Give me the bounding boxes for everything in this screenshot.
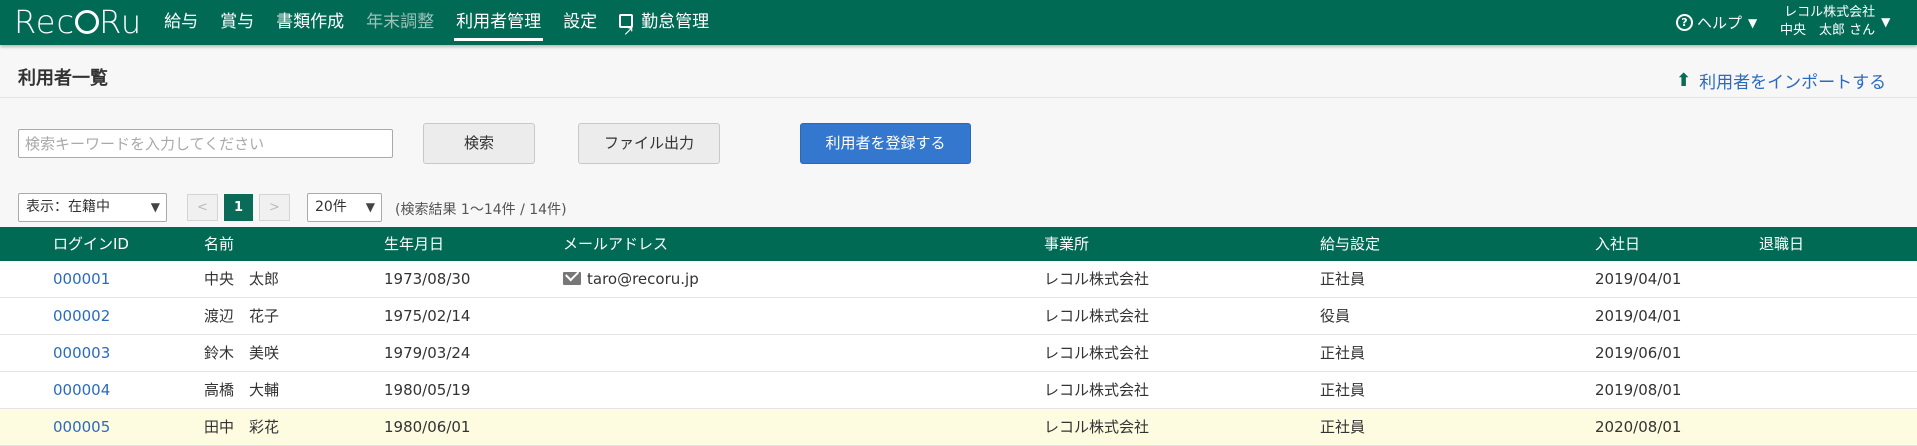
- salary-setting-cell: 役員: [1320, 307, 1351, 325]
- salary-setting-cell: 正社員: [1320, 344, 1366, 362]
- header-birthdate[interactable]: 生年月日: [384, 227, 444, 261]
- login-id-link[interactable]: 000003: [53, 335, 110, 372]
- mail-icon: [563, 272, 581, 285]
- help-label: ヘルプ: [1697, 14, 1743, 32]
- page-title: 利用者一覧: [18, 68, 108, 89]
- birthdate-cell: 1973/08/30: [384, 270, 471, 288]
- salary-setting-cell: 正社員: [1320, 270, 1366, 288]
- birthdate-cell: 1980/06/01: [384, 418, 471, 436]
- table-row: 000004 高橋 大輔 1980/05/19 レコル株式会社 正社員 2019…: [0, 372, 1917, 409]
- table-row: 000002 渡辺 花子 1975/02/14 レコル株式会社 役員 2019/…: [0, 298, 1917, 335]
- pagination: < 1 >: [187, 194, 296, 221]
- search-input[interactable]: [18, 129, 393, 158]
- nav-item-bonus[interactable]: 賞与: [220, 0, 254, 45]
- login-id-link[interactable]: 000001: [53, 261, 110, 298]
- salary-setting-cell: 正社員: [1320, 381, 1366, 399]
- upload-icon: ⬆: [1676, 70, 1692, 91]
- import-users-link[interactable]: ⬆ 利用者をインポートする: [1676, 68, 1886, 93]
- header-login-id[interactable]: ログインID: [53, 227, 129, 261]
- nav-item-attendance[interactable]: 勤怠管理: [619, 0, 710, 54]
- caret-down-icon: ▼: [1748, 15, 1758, 30]
- help-menu[interactable]: ? ヘルプ ▼: [1676, 12, 1757, 33]
- external-link-icon: [619, 9, 634, 54]
- user-name-cell: 中央 太郎: [204, 270, 280, 288]
- top-navbar: RecRu 給与 賞与 書類作成 年末調整 利用者管理 設定 勤怠管理 ? ヘル…: [0, 0, 1917, 54]
- join-date-cell: 2019/04/01: [1595, 307, 1682, 325]
- join-date-cell: 2019/04/01: [1595, 270, 1682, 288]
- search-button[interactable]: 検索: [423, 123, 535, 164]
- nav-item-attendance-label: 勤怠管理: [641, 12, 710, 32]
- table-row: 000001 中央 太郎 1973/08/30 taro@recoru.jp レ…: [0, 261, 1917, 298]
- user-name-cell: 渡辺 花子: [204, 307, 280, 325]
- nav-item-salary[interactable]: 給与: [164, 0, 198, 45]
- register-user-button[interactable]: 利用者を登録する: [800, 123, 971, 164]
- per-page-select[interactable]: 20件 ▼: [307, 193, 382, 222]
- users-table-header: ログインID 名前 生年月日 メールアドレス 事業所 給与設定 入社日 退職日: [0, 227, 1917, 261]
- office-cell: レコル株式会社: [1044, 270, 1150, 288]
- user-menu[interactable]: レコル株式会社 中央 太郎 さん ▼: [1780, 4, 1890, 40]
- birthdate-cell: 1979/03/24: [384, 344, 471, 362]
- login-id-link[interactable]: 000004: [53, 372, 110, 409]
- office-cell: レコル株式会社: [1044, 344, 1150, 362]
- table-row: 000003 鈴木 美咲 1979/03/24 レコル株式会社 正社員 2019…: [0, 335, 1917, 372]
- join-date-cell: 2019/08/01: [1595, 381, 1682, 399]
- nav-item-user-management[interactable]: 利用者管理: [454, 0, 544, 45]
- status-filter-select[interactable]: 表示：在籍中 ▼: [18, 193, 167, 222]
- login-id-link[interactable]: 000005: [53, 409, 110, 446]
- office-cell: レコル株式会社: [1044, 307, 1150, 325]
- salary-setting-cell: 正社員: [1320, 418, 1366, 436]
- join-date-cell: 2020/08/01: [1595, 418, 1682, 436]
- birthdate-cell: 1975/02/14: [384, 307, 471, 325]
- next-page-button[interactable]: >: [259, 194, 290, 221]
- caret-down-icon: ▼: [1881, 15, 1891, 29]
- help-icon: ?: [1676, 14, 1693, 31]
- result-count: (検索結果 1〜14件 / 14件): [395, 202, 567, 218]
- recoru-logo[interactable]: Rec Ru: [14, 0, 142, 45]
- header-divider: [0, 97, 1917, 98]
- company-name: レコル株式会社: [1784, 5, 1876, 20]
- nav-item-year-end-adjustment[interactable]: 年末調整: [366, 0, 434, 45]
- user-name-cell: 田中 彩花: [204, 418, 280, 436]
- header-join-date[interactable]: 入社日: [1595, 227, 1640, 261]
- dropdown-arrow-icon: ▼: [150, 200, 160, 214]
- per-page-value: 20件: [315, 199, 347, 215]
- nav-item-settings[interactable]: 設定: [563, 0, 597, 45]
- main-nav: 給与 賞与 書類作成 年末調整 利用者管理 設定 勤怠管理: [164, 0, 731, 54]
- status-filter-value: 表示：在籍中: [26, 199, 110, 215]
- import-users-label: 利用者をインポートする: [1699, 73, 1887, 93]
- office-cell: レコル株式会社: [1044, 381, 1150, 399]
- header-salary-setting[interactable]: 給与設定: [1320, 227, 1380, 261]
- email-text: taro@recoru.jp: [587, 270, 699, 288]
- header-office[interactable]: 事業所: [1044, 227, 1089, 261]
- office-cell: レコル株式会社: [1044, 418, 1150, 436]
- birthdate-cell: 1980/05/19: [384, 381, 471, 399]
- export-file-button[interactable]: ファイル出力: [578, 123, 720, 164]
- page-1-button[interactable]: 1: [224, 194, 253, 221]
- header-email[interactable]: メールアドレス: [563, 227, 668, 261]
- email-cell: taro@recoru.jp: [563, 261, 699, 298]
- prev-page-button[interactable]: <: [187, 194, 218, 221]
- login-id-link[interactable]: 000002: [53, 298, 110, 335]
- user-name: 中央 太郎 さん: [1780, 23, 1876, 38]
- header-leave-date[interactable]: 退職日: [1759, 227, 1804, 261]
- header-name[interactable]: 名前: [204, 227, 234, 261]
- table-row: 000005 田中 彩花 1980/06/01 レコル株式会社 正社員 2020…: [0, 409, 1917, 446]
- join-date-cell: 2019/06/01: [1595, 344, 1682, 362]
- user-name-cell: 鈴木 美咲: [204, 344, 280, 362]
- nav-item-documents[interactable]: 書類作成: [276, 0, 344, 45]
- user-name-cell: 高橋 大輔: [204, 381, 280, 399]
- dropdown-arrow-icon: ▼: [365, 200, 375, 214]
